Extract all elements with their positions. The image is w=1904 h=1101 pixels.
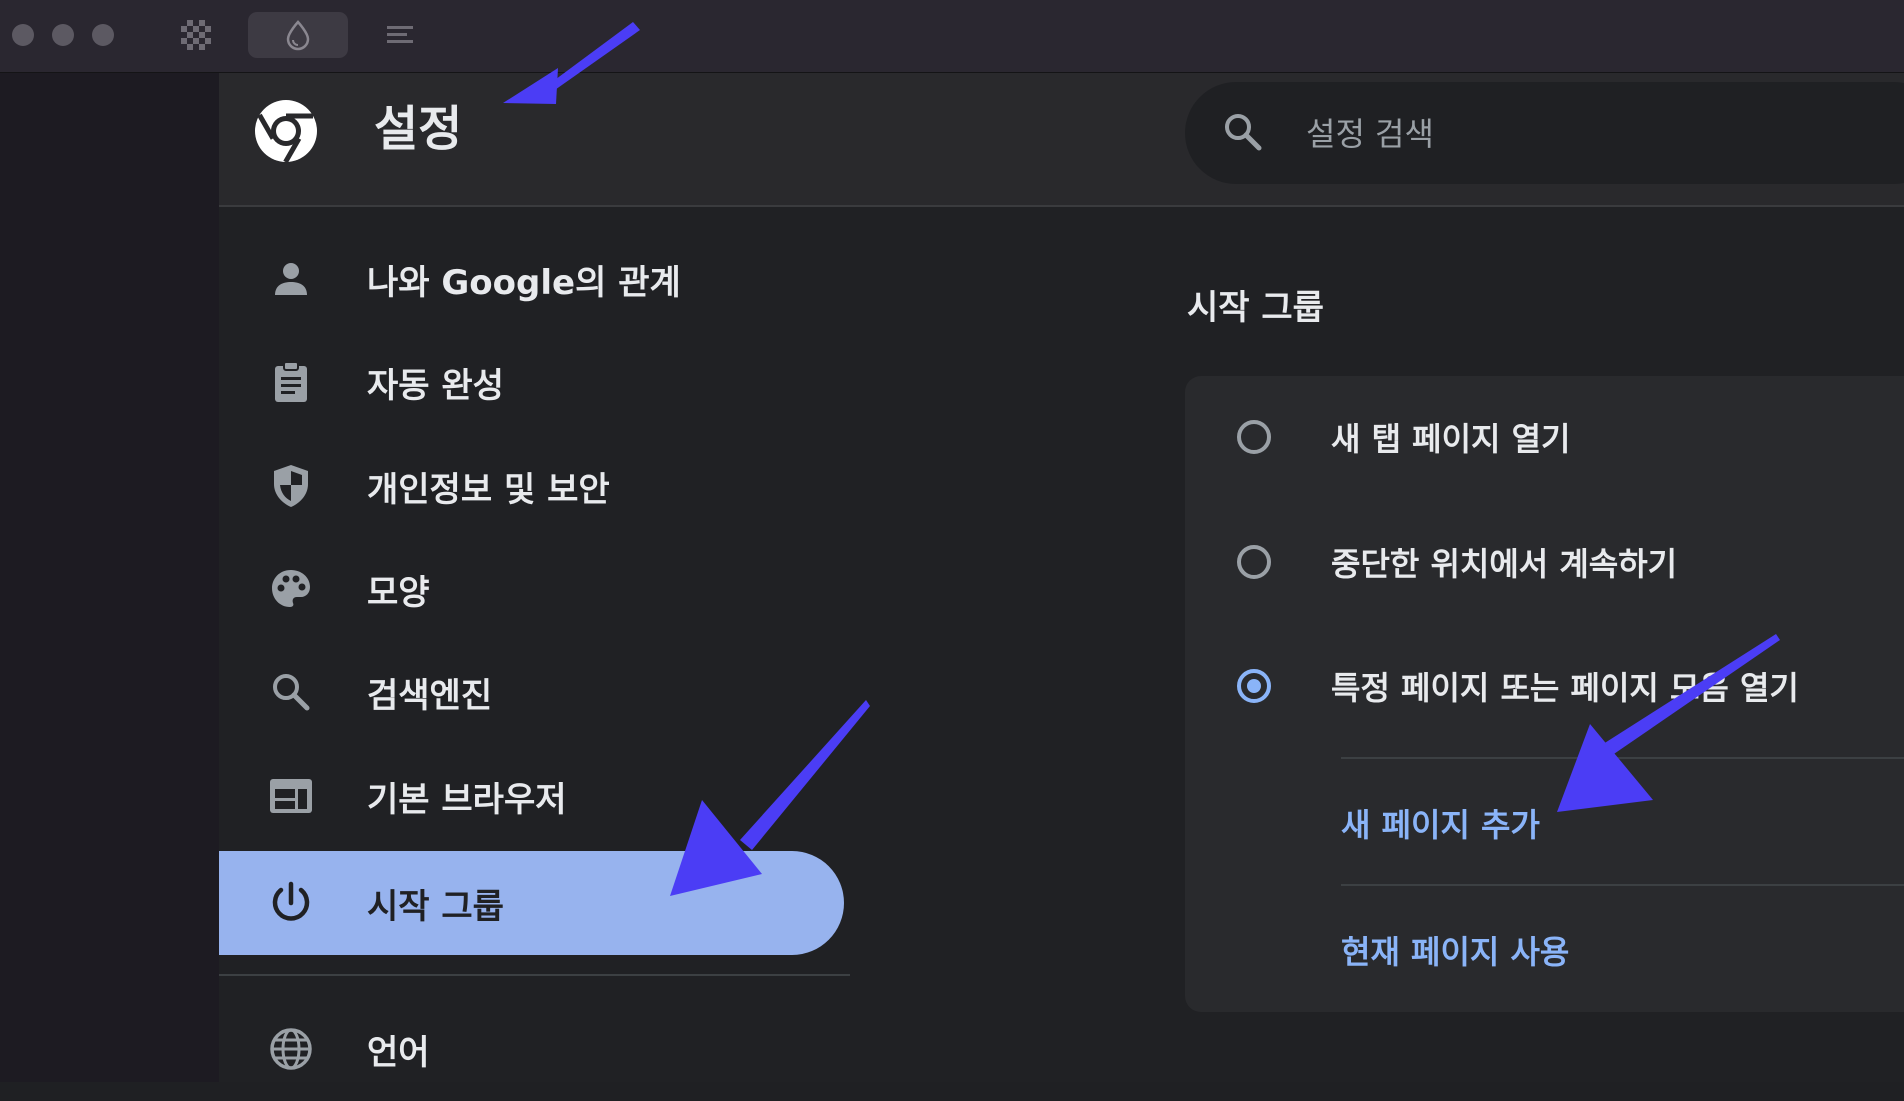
sidebar-item-you-and-google[interactable]: 나와 Google의 관계 [219, 227, 843, 331]
window-titlebar [0, 0, 1904, 73]
sidebar-item-default-browser[interactable]: 기본 브라우저 [219, 744, 843, 848]
sidebar-item-label: 언어 [367, 1032, 430, 1073]
startup-option-specific-pages[interactable]: 특정 페이지 또는 페이지 모음 열기 [1185, 636, 1904, 736]
sidebar-divider [219, 974, 850, 976]
window-close-button[interactable] [12, 24, 34, 46]
lines-menu-icon[interactable] [382, 12, 418, 58]
desktop-background [0, 73, 219, 1082]
row-separator [1341, 884, 1904, 886]
search-input[interactable] [1304, 110, 1868, 158]
search-icon [1222, 111, 1264, 157]
window-minimize-button[interactable] [52, 24, 74, 46]
search-icon [267, 668, 315, 716]
radio-label: 새 탭 페이지 열기 [1331, 420, 1571, 458]
shield-icon [267, 462, 315, 510]
power-icon [267, 879, 315, 927]
checkerboard-icon[interactable] [176, 12, 216, 58]
radio-label: 특정 페이지 또는 페이지 모음 열기 [1331, 669, 1799, 707]
section-title: 시작 그룹 [1187, 288, 1324, 328]
chrome-logo-icon [253, 98, 319, 168]
startup-option-continue[interactable]: 중단한 위치에서 계속하기 [1185, 512, 1904, 612]
sidebar-item-autofill[interactable]: 자동 완성 [219, 330, 843, 434]
add-new-page-link[interactable]: 새 페이지 추가 [1341, 800, 1540, 846]
sidebar-item-label: 개인정보 및 보안 [367, 469, 610, 510]
sidebar-item-privacy-security[interactable]: 개인정보 및 보안 [219, 434, 843, 538]
use-current-pages-link[interactable]: 현재 페이지 사용 [1341, 927, 1569, 973]
sidebar-item-label: 자동 완성 [367, 365, 504, 406]
sidebar-item-label: 나와 Google의 관계 [367, 262, 681, 303]
person-icon [267, 255, 315, 303]
sidebar-item-label: 기본 브라우저 [367, 779, 567, 820]
sidebar-item-label: 시작 그룹 [367, 886, 504, 927]
radio-button[interactable] [1237, 420, 1271, 454]
window-zoom-button[interactable] [92, 24, 114, 46]
clipboard-icon [267, 358, 315, 406]
page-title: 설정 [374, 101, 463, 157]
browser-window-icon [267, 772, 315, 820]
sidebar-item-appearance[interactable]: 모양 [219, 537, 843, 641]
radio-label: 중단한 위치에서 계속하기 [1331, 545, 1678, 583]
sidebar-item-search-engine[interactable]: 검색엔진 [219, 640, 843, 744]
sidebar-item-label: 모양 [367, 572, 430, 613]
radio-button-checked[interactable] [1237, 669, 1271, 703]
radio-button[interactable] [1237, 545, 1271, 579]
palette-icon [267, 565, 315, 613]
globe-icon [267, 1025, 315, 1073]
sidebar-item-on-startup[interactable]: 시작 그룹 [219, 851, 844, 955]
startup-option-new-tab[interactable]: 새 탭 페이지 열기 [1185, 387, 1904, 487]
sidebar-item-label: 검색엔진 [367, 675, 493, 716]
row-separator [1341, 757, 1904, 759]
sidebar-item-languages[interactable]: 언어 [219, 997, 843, 1101]
drop-icon[interactable] [248, 12, 348, 58]
